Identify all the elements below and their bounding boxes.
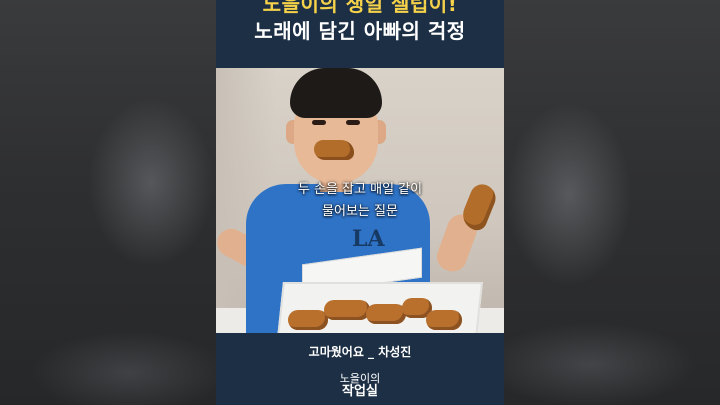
- subtitle-line-1: 두 손을 잡고 매일 같이: [297, 182, 423, 197]
- fried-chicken-piece: [288, 310, 328, 330]
- video-frame[interactable]: 노을이의 생일 셀럽이! 노래에 담긴 아빠의 걱정 LA 두 손을 잡고 매일…: [216, 0, 504, 405]
- channel-logo: 노을이의 작업실: [216, 372, 504, 398]
- video-photo: LA 두 손을 잡고 매일 같이 물어보는 질문: [216, 68, 504, 333]
- channel-logo-line-2: 작업실: [342, 384, 378, 399]
- child-eye-left: [312, 120, 326, 125]
- song-credit: 고마웠어요 _ 차성진: [308, 345, 412, 359]
- blurred-backdrop-left: [0, 0, 216, 405]
- blurred-backdrop-right: [504, 0, 720, 405]
- fried-chicken-piece: [426, 310, 462, 330]
- fried-chicken-piece: [324, 300, 370, 320]
- child-hair: [290, 68, 382, 118]
- title-line-2: 노래에 담긴 아빠의 걱정: [254, 19, 466, 43]
- child-eye-right: [346, 120, 360, 125]
- chicken-in-mouth: [314, 140, 354, 160]
- subtitle-line-2: 물어보는 질문: [322, 204, 398, 219]
- shirt-logo: LA: [352, 226, 385, 252]
- fried-chicken-piece: [366, 304, 406, 324]
- title-banner: 노을이의 생일 셀럽이! 노래에 담긴 아빠의 걱정: [216, 0, 504, 68]
